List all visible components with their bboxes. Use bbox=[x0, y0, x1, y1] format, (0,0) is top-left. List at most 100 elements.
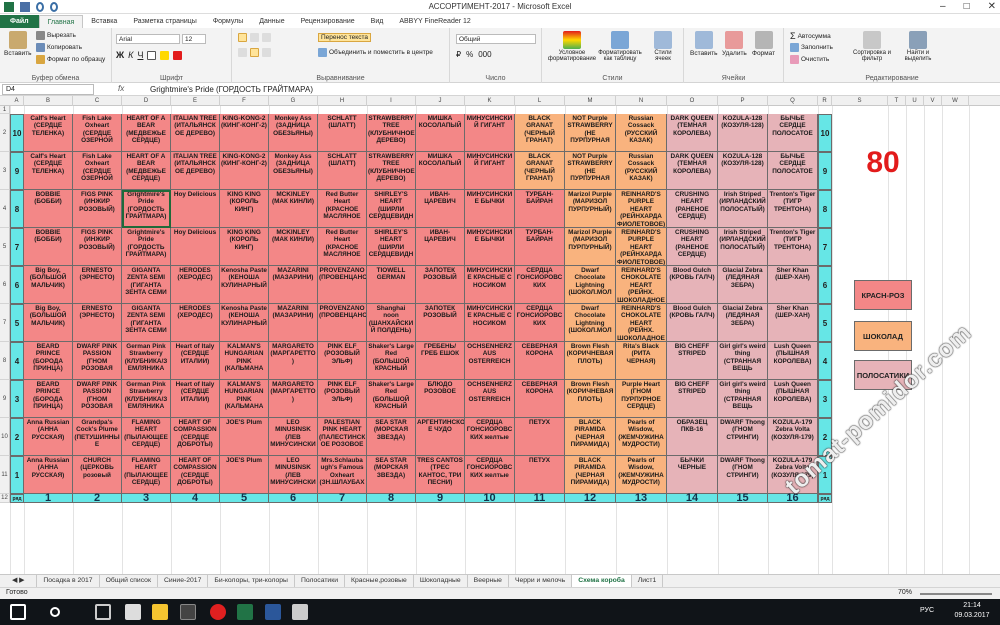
variety-cell[interactable]: Anna Russian (АННА РУССКАЯ) bbox=[24, 418, 73, 456]
variety-cell[interactable]: Brown Flesh (КОРИЧНЕВАЯ ПЛОТЬ) bbox=[565, 342, 616, 380]
variety-cell[interactable]: NOT Purple STRAWBERRY (НЕ ПУРПУРНАЯ bbox=[565, 114, 616, 152]
search-icon[interactable] bbox=[50, 607, 60, 617]
variety-cell[interactable]: BLACK PIRAMIDA (ЧЕРНАЯ ПИРАМИДА) bbox=[565, 418, 616, 456]
wrap-text-button[interactable]: Перенос текста bbox=[318, 33, 371, 42]
variety-cell[interactable]: BEARD PRINCE (БОРОДА ПРИНЦА) bbox=[24, 342, 73, 380]
variety-cell[interactable]: CHURCH (ЦЕРКОВЬ розовый bbox=[73, 456, 122, 494]
variety-cell[interactable]: Monkey Ass (ЗАДНИЦА ОБЕЗЬЯНЫ) bbox=[269, 114, 318, 152]
variety-cell[interactable]: BLACK GRANAT (ЧЕРНЫЙ ГРАНАТ) bbox=[515, 114, 565, 152]
formula-input[interactable]: Grightmire's Pride (ГОРДОСТЬ ГРАЙТМАРА) bbox=[150, 84, 313, 95]
italic-button[interactable]: К bbox=[128, 50, 133, 60]
format-painter-button[interactable]: Формат по образцу bbox=[36, 55, 105, 64]
align-bottom-icon[interactable] bbox=[262, 33, 271, 42]
variety-cell[interactable]: СЕРДЦА ГОНСИОРОВС КИХ bbox=[515, 266, 565, 304]
variety-cell[interactable]: Irish Striped (ИРЛАНДСКИЙ ПОЛОСАТЫЙ) bbox=[718, 228, 768, 266]
row-header[interactable]: 2 bbox=[0, 114, 10, 152]
thousands-icon[interactable]: 000 bbox=[478, 50, 491, 59]
borders-icon[interactable] bbox=[147, 50, 157, 60]
variety-cell[interactable]: KOZULA-128 (КОЗУЛЯ-128) bbox=[718, 114, 768, 152]
column-header[interactable]: E bbox=[171, 96, 220, 106]
variety-cell[interactable]: SEA STAR (МОРСКАЯ ЗВЕЗДА) bbox=[367, 418, 416, 456]
variety-cell[interactable]: Trenton's Tiger (ТИГР ТРЕНТОНА) bbox=[768, 228, 818, 266]
variety-cell[interactable]: MARGARETO (МАРГАРЕТТО ) bbox=[269, 342, 318, 380]
variety-cell[interactable]: KING-KONG-2 (КИНГ-КОНГ-2) bbox=[220, 152, 269, 190]
sheet-tab[interactable]: Красные,розовые bbox=[345, 575, 414, 587]
variety-cell[interactable]: БЫЧЬЕ СЕРДЦЕ ПОЛОСАТОЕ bbox=[768, 114, 818, 152]
variety-cell[interactable]: BLACK PIRAMIDA (ЧЕРНАЯ ПИРАМИДА) bbox=[565, 456, 616, 494]
variety-cell[interactable]: МИНУСИНСКИ Е БЫЧКИ bbox=[465, 228, 515, 266]
variety-cell[interactable]: KING-KONG-2 (КИНГ-КОНГ-2) bbox=[220, 114, 269, 152]
variety-cell[interactable]: Fish Lake Oxheart (СЕРДЦЕ ОЗЕРНОЙ bbox=[73, 152, 122, 190]
sheet-tab[interactable]: Веерные bbox=[468, 575, 509, 587]
cut-button[interactable]: Вырезать bbox=[36, 31, 76, 40]
row-header[interactable]: 1 bbox=[0, 106, 10, 114]
font-color-icon[interactable] bbox=[173, 50, 183, 60]
currency-icon[interactable]: ₽ bbox=[456, 50, 461, 59]
variety-cell[interactable]: HEART OF A BEAR (МЕДВЕЖЬЕ СЕРДЦЕ) bbox=[122, 152, 171, 190]
variety-cell[interactable]: MCKINLEY (МАК КИНЛИ) bbox=[269, 190, 318, 228]
variety-cell[interactable]: ГРЕБЕНЬ/ГРЕБ ЕШОК bbox=[416, 342, 465, 380]
column-header[interactable]: U bbox=[906, 96, 924, 106]
variety-cell[interactable]: SHIRLEY'S HEART (ШИРЛИ СЕРДЦЕВИДН bbox=[367, 190, 416, 228]
variety-cell[interactable]: Trenton's Tiger (ТИГР ТРЕНТОНА) bbox=[768, 190, 818, 228]
variety-cell[interactable]: BEARD PRINCE (БОРОДА ПРИНЦА) bbox=[24, 380, 73, 418]
variety-cell[interactable]: HEART OF COMPASSION (СЕРДЦЕ ДОБРОТЫ) bbox=[171, 456, 220, 494]
variety-cell[interactable]: АРГЕНТИНСКО Е ЧУДО bbox=[416, 418, 465, 456]
font-name-select[interactable]: Arial bbox=[116, 34, 180, 44]
column-header[interactable]: T bbox=[888, 96, 906, 106]
column-header[interactable]: H bbox=[318, 96, 367, 106]
tab-file[interactable]: Файл bbox=[0, 15, 39, 28]
sheet-tab[interactable]: Посадка в 2017 bbox=[37, 575, 100, 587]
variety-cell[interactable]: JOE'S Plum bbox=[220, 418, 269, 456]
align-top-icon[interactable] bbox=[238, 33, 247, 42]
sheet-tab[interactable]: Синие-2017 bbox=[158, 575, 209, 587]
variety-cell[interactable]: MAZARINI (МАЗАРИНИ) bbox=[269, 266, 318, 304]
variety-cell[interactable]: MCKINLEY (МАК КИНЛИ) bbox=[269, 228, 318, 266]
format-cells-button[interactable]: Формат bbox=[752, 31, 775, 57]
variety-cell[interactable]: KALMAN'S HUNGARIAN PINK (КАЛЬМАНА bbox=[220, 380, 269, 418]
variety-cell[interactable]: Mrs.Schlaubа ugh's Famous Oxheart (ЗН.ШЛ… bbox=[318, 456, 367, 494]
variety-cell[interactable]: HERODES (ХЕРОДЕС) bbox=[171, 266, 220, 304]
zoom-level[interactable]: 70% bbox=[898, 589, 912, 596]
variety-cell[interactable]: Russian Cossack (РУССКИЙ КАЗАК) bbox=[616, 114, 667, 152]
sheet-tab[interactable]: Схема короба bbox=[572, 575, 632, 587]
variety-cell[interactable]: FLAMING HEART (ПЫЛАЮЩЕЕ СЕРДЦЕ) bbox=[122, 418, 171, 456]
variety-cell[interactable]: Irish Striped (ИРЛАНДСКИЙ ПОЛОСАТЫЙ) bbox=[718, 190, 768, 228]
variety-cell[interactable]: СЕВЕРНАЯ КОРОНА bbox=[515, 380, 565, 418]
variety-cell[interactable]: CRUSHING HEART (РАНЕНОЕ СЕРДЦЕ) bbox=[667, 190, 718, 228]
variety-cell[interactable]: DWARF PINK PASSION (ГНОМ РОЗОВАЯ bbox=[73, 342, 122, 380]
variety-cell[interactable]: KOZULA-128 (КОЗУЛЯ-128) bbox=[718, 152, 768, 190]
variety-cell[interactable]: ТУРБАН-БАЙРАН bbox=[515, 228, 565, 266]
variety-cell[interactable]: KING KING (КОРОЛЬ КИНГ) bbox=[220, 228, 269, 266]
variety-cell[interactable]: Hoy Delicious bbox=[171, 228, 220, 266]
variety-cell[interactable]: ПЕТУХ bbox=[515, 418, 565, 456]
variety-cell[interactable]: Brown Flesh (КОРИЧНЕВАЯ ПЛОТЬ) bbox=[565, 380, 616, 418]
column-header[interactable]: G bbox=[269, 96, 318, 106]
row-header[interactable]: 3 bbox=[0, 152, 10, 190]
align-middle-icon[interactable] bbox=[250, 33, 259, 42]
variety-cell[interactable]: TIOWELL GERMAN bbox=[367, 266, 416, 304]
column-header[interactable]: N bbox=[616, 96, 667, 106]
bold-button[interactable]: Ж bbox=[116, 50, 124, 60]
spreadsheet-grid[interactable]: ABCDEFGHIJKLMNOPQRSTUVW 1 2 3 4 5 6 7 8 9 10 11 12 1… bbox=[0, 96, 1000, 574]
variety-cell[interactable]: Shaker's Large Red (БОЛЬШОЙ КРАСНЫЙ bbox=[367, 342, 416, 380]
column-header[interactable]: S bbox=[832, 96, 888, 106]
sheet-tab[interactable]: Полосатики bbox=[295, 575, 346, 587]
variety-cell[interactable]: МИНУСИНСКИ Е КРАСНЫЕ С НОСИКОМ bbox=[465, 304, 515, 342]
variety-cell[interactable]: BIG CHEFF STRIPED bbox=[667, 380, 718, 418]
column-header[interactable]: V bbox=[924, 96, 942, 106]
row-header[interactable]: 4 bbox=[0, 190, 10, 228]
sheet-tab[interactable]: Лист1 bbox=[632, 575, 664, 587]
variety-cell[interactable]: Girl girl's weird thing (СТРАННАЯ ВЕЩЬ bbox=[718, 342, 768, 380]
variety-cell[interactable]: ИВАН-ЦАРЕВИЧ bbox=[416, 228, 465, 266]
variety-cell[interactable]: МИНУСИНСКИ Е КРАСНЫЕ С НОСИКОМ bbox=[465, 266, 515, 304]
windows-start-icon[interactable] bbox=[10, 604, 26, 620]
tab-abbyy[interactable]: ABBYY FineReader 12 bbox=[391, 15, 478, 28]
variety-cell[interactable]: Monkey Ass (ЗАДНИЦА ОБЕЗЬЯНЫ) bbox=[269, 152, 318, 190]
paint-icon[interactable] bbox=[292, 604, 308, 620]
clear-button[interactable]: Очистить bbox=[790, 55, 829, 64]
variety-cell[interactable]: MAZARINI (МАЗАРИНИ) bbox=[269, 304, 318, 342]
variety-cell[interactable]: TRES CANTOS (ТРЕС КАНТОС, ТРИ ПЕСНИ) bbox=[416, 456, 465, 494]
variety-cell[interactable]: СЕРДЦА ГОНСИОРОВС КИХ желтые bbox=[465, 456, 515, 494]
variety-cell[interactable]: PALESTIAN PINK HEART (ПАЛЕСТИНСК ОЕ РОЗО… bbox=[318, 418, 367, 456]
